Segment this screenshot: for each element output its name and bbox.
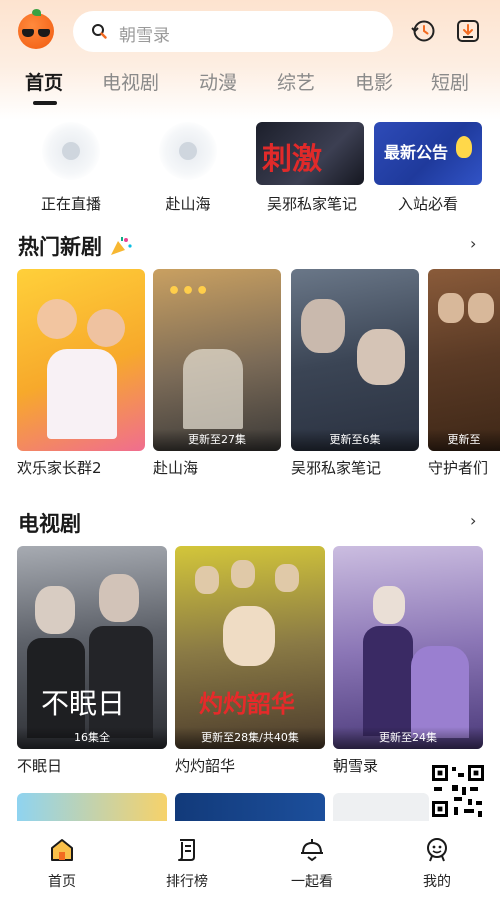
quick-link-label: 正在直播 xyxy=(40,195,101,213)
bottom-navigation: 首页 排行榜 一起看 我的 xyxy=(0,821,500,901)
nav-label: 排行榜 xyxy=(166,874,208,890)
drama-card-title: 赴山海 xyxy=(153,459,199,477)
home-icon xyxy=(51,839,73,861)
history-icon[interactable] xyxy=(410,18,436,44)
quick-link-label: 赴山海 xyxy=(165,195,211,213)
episode-badge: 更新至6集 xyxy=(291,429,419,451)
tv-card-title: 朝雪录 xyxy=(333,757,379,775)
party-popper-icon xyxy=(109,236,133,256)
drama-card-title: 守护者们 xyxy=(428,459,489,477)
quick-link-wuxie[interactable]: 刺激 吴邪私家笔记 xyxy=(247,118,377,214)
episode-badge: 16集全 xyxy=(17,727,167,749)
tab-home[interactable]: 首页 xyxy=(25,68,63,95)
search-bar[interactable]: 朝雪录 xyxy=(73,11,393,52)
nav-ranking[interactable]: 排行榜 xyxy=(147,821,227,901)
wuxie-thumbnail: 刺激 xyxy=(256,122,364,185)
announcement-thumbnail: 最新公告 xyxy=(374,122,482,185)
drama-card-poster[interactable] xyxy=(17,269,145,451)
nav-label: 一起看 xyxy=(291,874,333,890)
tv-card-poster[interactable]: 灼灼韶华 更新至28集/共40集 xyxy=(175,546,325,749)
drama-card-poster[interactable]: 更新至 xyxy=(428,269,500,451)
lightbulb-icon xyxy=(456,136,472,158)
drama-card-title: 吴邪私家笔记 xyxy=(291,459,382,477)
search-input[interactable]: 朝雪录 xyxy=(119,21,170,46)
episode-badge: 更新至 xyxy=(428,429,500,451)
tab-anime[interactable]: 动漫 xyxy=(199,68,237,95)
episode-badge: 更新至24集 xyxy=(333,727,483,749)
episode-badge: 更新至27集 xyxy=(153,429,281,451)
search-icon xyxy=(92,24,107,39)
nav-profile[interactable]: 我的 xyxy=(397,821,477,901)
quick-link-must-watch[interactable]: 最新公告 入站必看 xyxy=(363,118,493,214)
nav-label: 我的 xyxy=(423,874,451,890)
tv-card-poster[interactable] xyxy=(17,793,167,821)
tv-section-title: 电视剧 xyxy=(18,512,81,536)
hot-section-title: 热门新剧 xyxy=(18,231,133,261)
drama-card-title: 欢乐家长群2 xyxy=(17,459,102,477)
ranking-icon xyxy=(178,839,195,861)
tv-card-title: 不眠日 xyxy=(17,757,63,775)
tv-card-poster[interactable]: 不眠日 16集全 xyxy=(17,546,167,749)
tab-movie[interactable]: 电影 xyxy=(355,68,393,95)
download-icon[interactable] xyxy=(455,18,481,44)
poster-title-text: 不眠日 xyxy=(41,687,126,720)
tv-card-title: 灼灼韶华 xyxy=(175,757,236,775)
thumb-text: 最新公告 xyxy=(384,143,449,162)
poster-title-text: 灼灼韶华 xyxy=(199,689,295,718)
thumb-text: 刺激 xyxy=(262,142,322,177)
nav-watch-together[interactable]: 一起看 xyxy=(272,821,352,901)
drama-card-poster[interactable]: ••• 更新至27集 xyxy=(153,269,281,451)
watch-together-icon xyxy=(301,839,323,862)
tv-card-poster[interactable] xyxy=(175,793,325,821)
tv-more-button[interactable]: › xyxy=(470,511,476,530)
category-tabs: 首页 电视剧 动漫 综艺 电影 短剧 xyxy=(0,64,500,108)
app-logo-icon[interactable] xyxy=(18,9,54,49)
tab-active-indicator xyxy=(33,101,57,105)
placeholder-icon xyxy=(159,122,217,180)
quick-link-fushanhai[interactable]: 赴山海 xyxy=(123,118,253,214)
tv-card-poster[interactable]: 更新至24集 xyxy=(333,546,483,749)
profile-icon xyxy=(427,838,447,862)
nav-home[interactable]: 首页 xyxy=(22,821,102,901)
tv-card-poster[interactable] xyxy=(333,793,429,821)
quick-link-label: 入站必看 xyxy=(397,195,458,213)
nav-label: 首页 xyxy=(48,874,76,890)
tab-tv[interactable]: 电视剧 xyxy=(102,68,159,95)
drama-card-poster[interactable]: 更新至6集 xyxy=(291,269,419,451)
episode-badge: 更新至28集/共40集 xyxy=(175,727,325,749)
quick-link-live[interactable]: 正在直播 xyxy=(6,118,136,214)
qr-code-icon[interactable] xyxy=(430,763,486,819)
tab-variety[interactable]: 综艺 xyxy=(277,68,315,95)
tab-short-drama[interactable]: 短剧 xyxy=(431,68,469,95)
top-bar: 朝雪录 xyxy=(0,0,500,64)
quick-link-label: 吴邪私家笔记 xyxy=(266,195,357,213)
hot-more-button[interactable]: › xyxy=(470,234,476,253)
live-icon xyxy=(42,122,100,180)
